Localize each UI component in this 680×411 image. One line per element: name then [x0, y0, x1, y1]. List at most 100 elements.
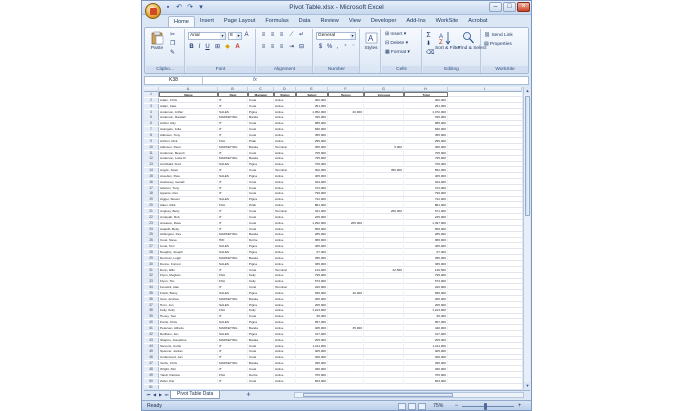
- insert-sheet-icon[interactable]: ✚: [244, 392, 253, 398]
- row-header[interactable]: 41: [144, 326, 159, 331]
- tab-view[interactable]: View: [344, 16, 366, 27]
- cell[interactable]: [328, 103, 364, 109]
- cell[interactable]: Cook: [248, 343, 274, 349]
- cell[interactable]: 1,052,000: [296, 109, 328, 115]
- format-cells-button[interactable]: ▦ Format ▾: [385, 49, 410, 56]
- cell[interactable]: 146,500: [404, 267, 448, 273]
- sort-filter-button[interactable]: AZ Sort & Filter: [435, 31, 460, 51]
- cell[interactable]: Banda: [248, 232, 274, 238]
- cell[interactable]: Doughty, Joseph: [159, 249, 218, 255]
- cell[interactable]: [328, 226, 364, 232]
- cell[interactable]: 372,000: [404, 185, 448, 191]
- delete-cells-button[interactable]: ⊟ Delete ▾: [385, 40, 408, 47]
- row-header[interactable]: 23: [144, 220, 159, 226]
- cell[interactable]: Active: [274, 173, 296, 179]
- row-header[interactable]: 7: [144, 127, 159, 133]
- minimize-button[interactable]: –: [489, 2, 502, 12]
- cell[interactable]: Cook: [248, 355, 274, 361]
- cell[interactable]: 1,013,000: [404, 308, 448, 314]
- cell[interactable]: IT: [218, 366, 248, 372]
- cell[interactable]: Denman, Leigh: [159, 255, 218, 261]
- cell[interactable]: Bonus: [328, 92, 364, 97]
- cell[interactable]: [364, 366, 404, 372]
- cell[interactable]: Cook, Steve: [159, 238, 218, 244]
- cell[interactable]: [328, 308, 364, 314]
- cell[interactable]: [364, 185, 404, 191]
- prev-sheet-icon[interactable]: ◀: [152, 392, 157, 398]
- cell[interactable]: [328, 203, 364, 209]
- cell[interactable]: [364, 349, 404, 355]
- cell[interactable]: Active: [274, 97, 296, 103]
- cell[interactable]: Active: [274, 214, 296, 220]
- cell[interactable]: Spencer, Jordan: [159, 349, 218, 355]
- cell[interactable]: 705,000: [404, 372, 448, 378]
- cell[interactable]: Active: [274, 361, 296, 367]
- cell[interactable]: [364, 308, 404, 314]
- cell[interactable]: [364, 302, 404, 308]
- cell[interactable]: 285,000: [404, 232, 448, 238]
- cell[interactable]: [328, 273, 364, 279]
- scroll-up-icon[interactable]: ▲: [524, 87, 531, 94]
- cell[interactable]: SALES: [218, 290, 248, 296]
- cell[interactable]: [364, 279, 404, 285]
- cell[interactable]: 985,000: [296, 121, 328, 127]
- cell[interactable]: [328, 150, 364, 156]
- cell[interactable]: [364, 173, 404, 179]
- cell[interactable]: 666,000: [296, 127, 328, 133]
- row-header[interactable]: 39: [144, 314, 159, 320]
- cell[interactable]: FSA: [218, 279, 248, 285]
- cell[interactable]: [328, 138, 364, 144]
- cell[interactable]: Active: [274, 308, 296, 314]
- increase-decimal-icon[interactable]: ⁺: [342, 44, 349, 51]
- cell[interactable]: Amatyah, Rob: [159, 214, 218, 220]
- cell[interactable]: Active: [274, 290, 296, 296]
- tab-add-ins[interactable]: Add-Ins: [401, 16, 430, 27]
- cell[interactable]: 1,292,000: [296, 220, 328, 226]
- page-break-view-icon[interactable]: [418, 403, 426, 410]
- cell[interactable]: 440,000: [404, 326, 448, 331]
- cell[interactable]: 925,000: [296, 290, 328, 296]
- cell[interactable]: Flynn, Tim: [159, 279, 218, 285]
- cell[interactable]: Active: [274, 185, 296, 191]
- cell[interactable]: [364, 121, 404, 127]
- cell[interactable]: MARKETING: [218, 255, 248, 261]
- cell[interactable]: Petersen, Alfredo: [159, 326, 218, 331]
- cell[interactable]: SALES: [218, 244, 248, 250]
- cell[interactable]: Cook: [248, 150, 274, 156]
- cell[interactable]: 302,000: [296, 168, 328, 174]
- cell[interactable]: MARKETING: [218, 144, 248, 150]
- cell[interactable]: Pigna: [248, 261, 274, 267]
- cell[interactable]: [364, 337, 404, 343]
- cell[interactable]: 205,000: [296, 337, 328, 343]
- row-header[interactable]: 38: [144, 308, 159, 314]
- cell[interactable]: 350,000: [364, 168, 404, 174]
- cell[interactable]: Active: [274, 337, 296, 343]
- cell[interactable]: Active: [274, 343, 296, 349]
- cell[interactable]: MARKETING: [218, 326, 248, 331]
- cell[interactable]: [364, 249, 404, 255]
- cell[interactable]: [364, 109, 404, 115]
- cell[interactable]: [364, 326, 404, 331]
- cell[interactable]: 95,000: [296, 314, 328, 320]
- tab-review[interactable]: Review: [315, 16, 343, 27]
- cell[interactable]: Fenwick, Alan: [159, 285, 218, 291]
- cell[interactable]: Active: [274, 103, 296, 109]
- cell[interactable]: 372,000: [296, 185, 328, 191]
- cell[interactable]: Active: [274, 320, 296, 326]
- cell[interactable]: 205,000: [296, 302, 328, 308]
- cell[interactable]: 402,000: [296, 97, 328, 103]
- cell[interactable]: Dunn, Ellis: [159, 267, 218, 273]
- cell[interactable]: [328, 197, 364, 203]
- row-header[interactable]: 34: [144, 285, 159, 291]
- cell[interactable]: Cook, Tom: [159, 244, 218, 250]
- row-header[interactable]: 51: [144, 384, 159, 389]
- cell[interactable]: 35,000: [328, 326, 364, 331]
- cell[interactable]: [364, 232, 404, 238]
- cell[interactable]: 325,000: [404, 115, 448, 121]
- cell[interactable]: SALES: [218, 162, 248, 168]
- row-header[interactable]: 22: [144, 214, 159, 220]
- cell[interactable]: Active: [274, 366, 296, 372]
- cell[interactable]: Cook: [248, 349, 274, 355]
- cell[interactable]: Active: [274, 191, 296, 197]
- cell[interactable]: Banda: [248, 326, 274, 331]
